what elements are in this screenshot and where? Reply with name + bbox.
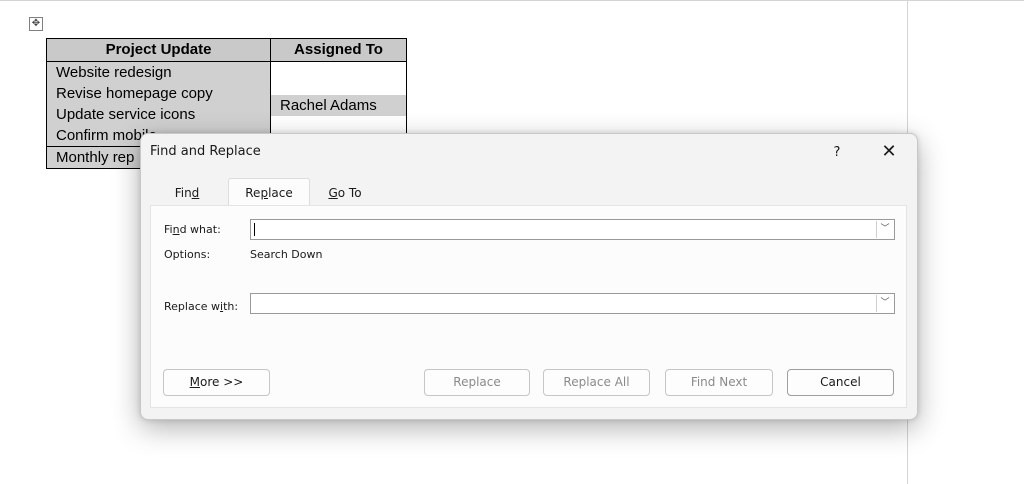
- header-assigned-to[interactable]: Assigned To: [270, 38, 407, 62]
- tab-go-to[interactable]: Go To: [309, 180, 381, 206]
- tab-replace[interactable]: Replace: [228, 178, 310, 206]
- find-what-input[interactable]: ﹀: [250, 219, 895, 240]
- find-replace-dialog: Find and Replace ? ✕ Find Replace Go To …: [140, 133, 918, 420]
- find-next-button[interactable]: Find Next: [665, 369, 773, 396]
- text-cursor: [254, 223, 255, 236]
- replace-all-button[interactable]: Replace All: [543, 369, 650, 396]
- tab-find[interactable]: Find: [157, 180, 217, 206]
- header-project-update[interactable]: Project Update: [46, 38, 271, 62]
- task-item: Revise homepage copy: [47, 83, 270, 104]
- page-top-border: [0, 0, 1024, 1]
- find-dropdown-chevron-down-icon[interactable]: ﹀: [876, 221, 893, 238]
- replace-with-input[interactable]: ﹀: [250, 293, 895, 314]
- cancel-button[interactable]: Cancel: [787, 369, 894, 396]
- replace-dropdown-chevron-down-icon[interactable]: ﹀: [876, 295, 893, 312]
- task-item: Update service icons: [47, 104, 270, 125]
- replace-button[interactable]: Replace: [424, 369, 530, 396]
- more-button[interactable]: More >>: [163, 369, 270, 396]
- replace-with-label: Replace with:: [164, 300, 239, 313]
- find-what-label: Find what:: [164, 223, 221, 236]
- options-value: Search Down: [250, 248, 323, 261]
- close-icon[interactable]: ✕: [877, 140, 901, 164]
- assignee-name: Rachel Adams: [271, 95, 406, 116]
- dialog-title: Find and Replace: [150, 144, 261, 159]
- help-button[interactable]: ?: [827, 143, 847, 163]
- table-move-handle-icon[interactable]: ✥: [29, 17, 43, 31]
- task-item: Website redesign: [47, 62, 270, 83]
- table-header-row: Project Update Assigned To: [46, 38, 407, 62]
- options-label: Options:: [164, 248, 211, 261]
